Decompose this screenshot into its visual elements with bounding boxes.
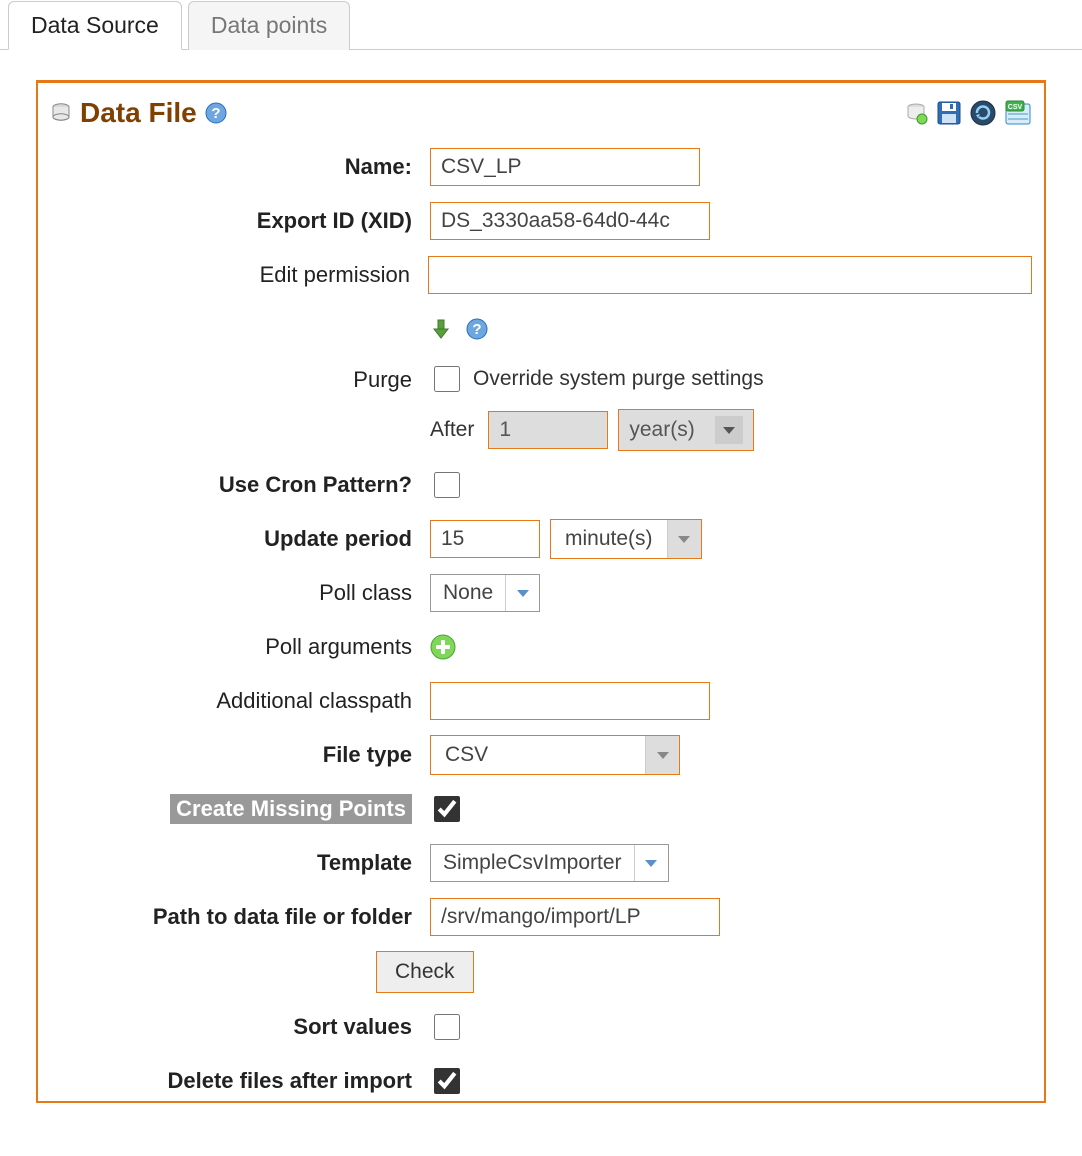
path-label: Path to data file or folder (50, 904, 430, 930)
svg-text:?: ? (472, 321, 481, 338)
edit-permission-label: Edit permission (50, 262, 428, 288)
classpath-label: Additional classpath (50, 688, 430, 714)
template-label: Template (50, 850, 430, 876)
database-icon (50, 102, 72, 124)
tab-data-source[interactable]: Data Source (8, 1, 182, 50)
xid-input[interactable] (430, 202, 710, 240)
name-input[interactable] (430, 148, 700, 186)
sort-values-checkbox[interactable] (434, 1014, 460, 1040)
delete-files-label: Delete files after import (50, 1068, 430, 1094)
poll-class-value: None (431, 575, 505, 611)
poll-class-select[interactable]: None (430, 574, 540, 612)
purge-unit-select: year(s) (618, 409, 753, 451)
help-icon[interactable]: ? (205, 102, 227, 124)
purge-unit-value: year(s) (629, 418, 694, 442)
template-value: SimpleCsvImporter (431, 845, 634, 881)
refresh-icon[interactable] (970, 100, 996, 126)
delete-files-checkbox[interactable] (434, 1068, 460, 1094)
svg-text:?: ? (211, 105, 220, 122)
sort-values-label: Sort values (50, 1014, 430, 1040)
purge-override-label: Override system purge settings (473, 367, 764, 391)
update-period-label: Update period (50, 526, 430, 552)
edit-permission-input[interactable] (428, 256, 1032, 294)
poll-class-label: Poll class (50, 580, 430, 606)
file-type-label: File type (50, 742, 430, 768)
path-input[interactable] (430, 898, 720, 936)
tab-data-points[interactable]: Data points (188, 1, 350, 50)
cron-checkbox[interactable] (434, 472, 460, 498)
update-period-unit-select[interactable]: minute(s) (550, 519, 702, 559)
purge-after-label: After (430, 418, 474, 442)
svg-text:CSV: CSV (1008, 104, 1023, 111)
check-button[interactable]: Check (376, 951, 474, 993)
panel-title: Data File (80, 97, 197, 129)
panel-header: Data File ? (50, 97, 1032, 129)
update-period-input[interactable] (430, 520, 540, 558)
create-missing-checkbox[interactable] (434, 796, 460, 822)
purge-after-value: 1 (488, 411, 608, 449)
update-period-unit-value: minute(s) (551, 521, 667, 557)
classpath-input[interactable] (430, 682, 710, 720)
purge-label: Purge (50, 363, 430, 393)
file-type-value: CSV (431, 737, 502, 773)
template-select[interactable]: SimpleCsvImporter (430, 844, 669, 882)
help-icon[interactable]: ? (466, 318, 488, 340)
add-icon[interactable] (430, 634, 456, 660)
file-type-select[interactable]: CSV (430, 735, 680, 775)
save-icon[interactable] (936, 100, 962, 126)
data-file-panel: Data File ? (36, 80, 1046, 1103)
csv-export-icon[interactable]: CSV (1004, 100, 1032, 126)
status-indicator-icon[interactable] (904, 101, 928, 125)
purge-override-checkbox[interactable] (434, 366, 460, 392)
xid-label: Export ID (XID) (50, 208, 430, 234)
create-missing-label: Create Missing Points (170, 794, 412, 824)
tabs: Data Source Data points (0, 0, 1082, 50)
arrow-down-icon[interactable] (430, 318, 452, 340)
cron-label: Use Cron Pattern? (50, 472, 430, 498)
poll-args-label: Poll arguments (50, 634, 430, 660)
name-label: Name: (50, 154, 430, 180)
